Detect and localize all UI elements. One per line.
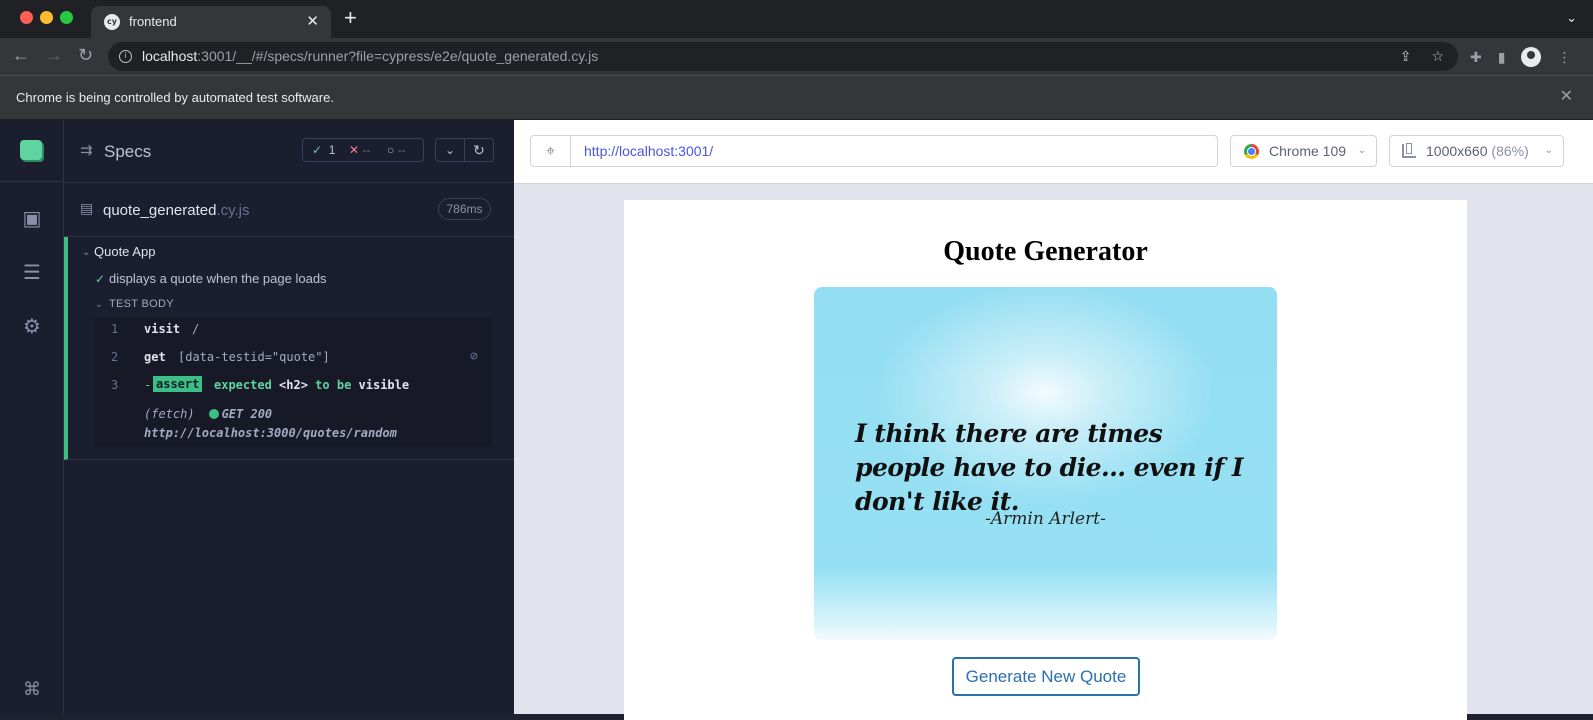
browser-tab-frontend[interactable]: cy frontend ✕ <box>91 6 331 38</box>
assert-message: expected <h2> to be visible <box>214 378 410 392</box>
sidebar-divider <box>0 181 64 182</box>
command-message: [data-testid="quote"] <box>178 350 330 364</box>
cypress-reporter: ⇉ Specs ✓ 1 ✕ -- ○ -- ⌄ ↻ ▤ quote_genera… <box>64 120 514 714</box>
generate-new-quote-button[interactable]: Generate New Quote <box>952 657 1140 696</box>
check-icon: ✓ <box>312 143 323 157</box>
command-row[interactable]: 1 visit / <box>94 320 492 340</box>
x-icon: ✕ <box>349 143 360 157</box>
cypress-logo-icon[interactable] <box>20 140 42 160</box>
command-message: / <box>192 322 200 336</box>
app-frame: Quote Generator I think there are times … <box>624 200 1467 720</box>
browser-menu-icon[interactable]: ⋮ <box>1557 49 1571 66</box>
stat-failed: ✕ -- <box>349 143 371 157</box>
command-log: 1 visit / 2 get [data-testid="quote"] ⊘ … <box>94 318 492 447</box>
stat-passed: ✓ 1 <box>312 143 336 157</box>
stat-pending: ○ -- <box>387 143 406 157</box>
command-number: 2 <box>111 350 119 364</box>
quote-card: I think there are times people have to d… <box>814 287 1277 640</box>
fetch-url: http://localhost:3000/quotes/random <box>144 426 397 440</box>
rerun-icon[interactable]: ↻ <box>464 138 494 162</box>
infobar-message: Chrome is being controlled by automated … <box>16 90 334 105</box>
side-panel-icon[interactable]: ▮ <box>1498 49 1506 66</box>
command-number: 1 <box>111 322 119 336</box>
test-body-label[interactable]: TEST BODY <box>109 298 174 310</box>
chevron-down-icon: ⌄ <box>1357 145 1366 156</box>
reporter-title[interactable]: Specs <box>104 142 151 162</box>
address-bar-url: localhost:3001/__/#/specs/runner?file=cy… <box>142 48 599 64</box>
page-title: Quote Generator <box>943 236 1148 267</box>
reporter-header: ⇉ Specs ✓ 1 ✕ -- ○ -- ⌄ ↻ <box>64 120 514 183</box>
tab-close-icon[interactable]: ✕ <box>306 12 319 30</box>
command-name: get <box>144 350 166 364</box>
browser-tab-strip: cy frontend ✕ + ⌄ <box>0 0 1593 38</box>
command-row[interactable]: 2 get [data-testid="quote"] ⊘ <box>94 348 492 368</box>
extensions-puzzle-icon[interactable]: ✚ <box>1470 49 1482 66</box>
keyboard-shortcuts-icon[interactable]: ⌘ <box>20 678 44 702</box>
command-number: 3 <box>111 378 119 392</box>
spec-file-name[interactable]: quote_generated.cy.js <box>103 202 250 219</box>
test-stats: ✓ 1 ✕ -- ○ -- <box>302 138 424 162</box>
tab-search-chevron-icon[interactable]: ⌄ <box>1566 10 1577 26</box>
status-dot-icon <box>208 409 219 419</box>
cypress-favicon-icon: cy <box>104 14 120 30</box>
expand-collapse-chevron-icon[interactable]: ⌄ <box>435 138 465 162</box>
pending-circle-icon: ○ <box>387 143 395 157</box>
profile-avatar-icon[interactable] <box>1521 47 1542 67</box>
address-bar[interactable]: i localhost:3001/__/#/specs/runner?file=… <box>108 42 1458 71</box>
window-close-button[interactable] <box>20 11 33 24</box>
suite-chevron-down-icon[interactable]: ⌄ <box>82 247 90 258</box>
viewport-label: 1000x660 (86%) <box>1426 143 1529 159</box>
assert-badge: assert <box>153 376 203 392</box>
bookmark-star-icon[interactable]: ☆ <box>1431 48 1444 65</box>
suite-block: ⌄ Quote App ✓ displays a quote when the … <box>64 237 514 460</box>
browser-toolbar: ← → ↻ i localhost:3001/__/#/specs/runner… <box>0 38 1593 75</box>
reload-icon[interactable]: ↻ <box>78 45 93 65</box>
settings-gear-icon[interactable]: ⚙ <box>20 314 44 338</box>
window-zoom-button[interactable] <box>60 11 73 24</box>
runs-list-icon[interactable]: ☰ <box>20 260 44 284</box>
site-info-icon[interactable]: i <box>119 50 132 63</box>
specs-browser-icon[interactable]: ▣ <box>20 206 44 230</box>
viewport-info-button[interactable]: 1000x660 (86%) ⌄ <box>1389 135 1564 167</box>
spec-file-row: ▤ quote_generated.cy.js 786ms <box>64 183 514 237</box>
aut-url-field[interactable]: http://localhost:3001/ <box>570 135 1218 167</box>
test-body-chevron-down-icon[interactable]: ⌄ <box>95 299 103 310</box>
suite-title[interactable]: Quote App <box>94 244 155 259</box>
cypress-sidebar: ▣ ☰ ⚙ ⌘ <box>0 120 64 714</box>
test-passed-check-icon: ✓ <box>95 272 106 286</box>
infobar-close-icon[interactable]: ✕ <box>1560 86 1573 106</box>
hidden-eye-icon: ⊘ <box>470 349 478 364</box>
chevron-down-icon: ⌄ <box>1544 145 1553 156</box>
share-icon[interactable]: ⇪ <box>1400 48 1412 65</box>
forward-arrow-icon[interactable]: → <box>45 45 63 65</box>
spec-duration-badge: 786ms <box>438 198 491 220</box>
quote-author: -Armin Arlert- <box>985 509 1106 529</box>
back-arrow-icon[interactable]: ← <box>12 45 30 65</box>
test-title[interactable]: displays a quote when the page loads <box>109 271 327 286</box>
browser-select-button[interactable]: Chrome 109 ⌄ <box>1230 135 1377 167</box>
app-under-test-pane: ⌖ http://localhost:3001/ Chrome 109 ⌄ 10… <box>514 120 1593 720</box>
command-name: visit <box>144 322 181 336</box>
window-minimize-button[interactable] <box>40 11 53 24</box>
tab-title: frontend <box>129 14 177 29</box>
quote-text: I think there are times people have to d… <box>855 419 1244 516</box>
document-icon: ▤ <box>80 200 94 216</box>
specs-list-icon[interactable]: ⇉ <box>80 141 93 159</box>
browser-label: Chrome 109 <box>1269 143 1347 159</box>
selector-playground-crosshair-icon[interactable]: ⌖ <box>530 135 571 167</box>
chrome-logo-icon <box>1244 144 1259 159</box>
automation-infobar: Chrome is being controlled by automated … <box>0 75 1593 120</box>
command-row[interactable]: 3 - assert expected <h2> to be visible <box>94 376 492 396</box>
viewport-resize-icon <box>1402 143 1416 158</box>
new-tab-icon[interactable]: + <box>344 7 357 29</box>
aut-header: ⌖ http://localhost:3001/ Chrome 109 ⌄ 10… <box>514 120 1593 184</box>
fetch-log-line[interactable]: (fetch) GET 200 <box>144 407 272 421</box>
assert-prefix: - <box>144 378 152 392</box>
